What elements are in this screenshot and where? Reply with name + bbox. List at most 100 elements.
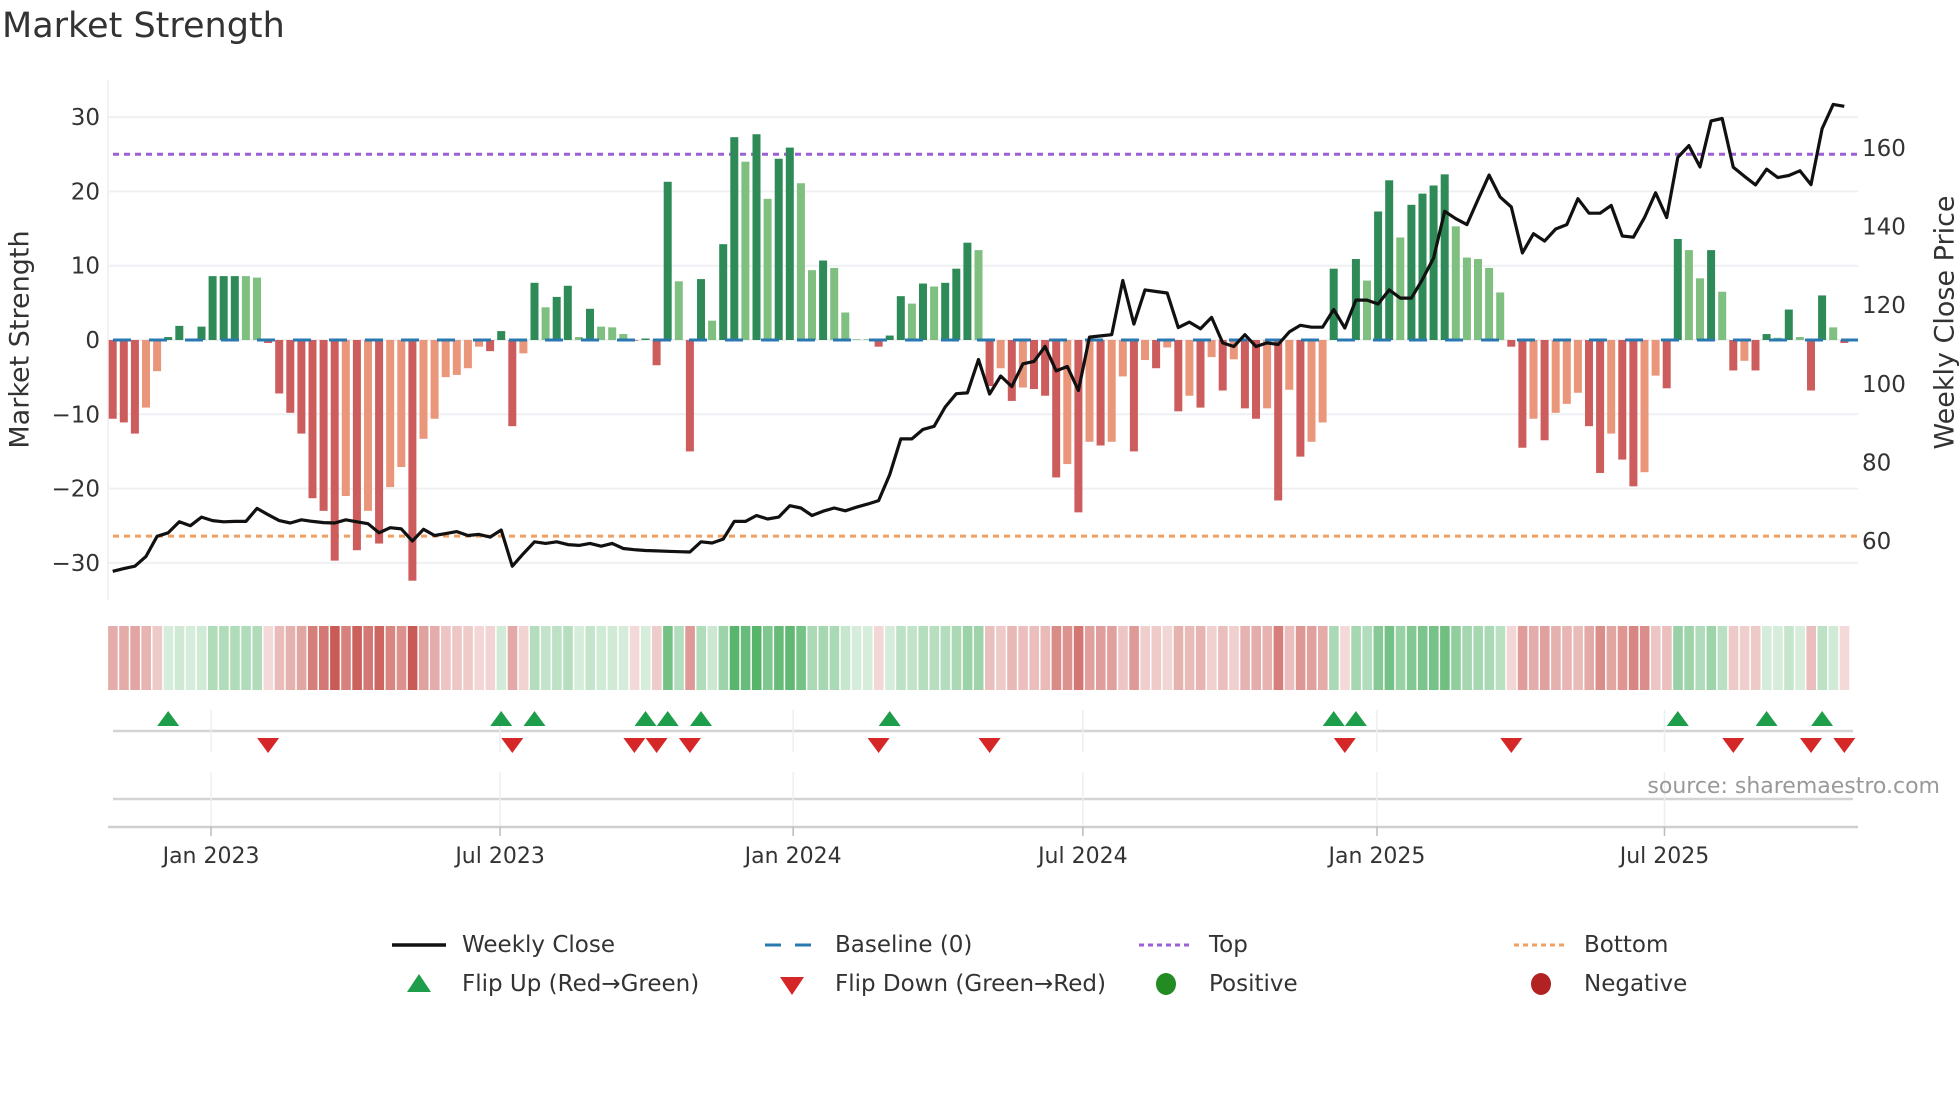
strength-bar (275, 340, 284, 394)
legend-item-flip-up[interactable]: Flip Up (Red→Green) (390, 969, 699, 999)
heat-cell (1384, 626, 1395, 690)
heat-cell (452, 626, 462, 690)
strength-bar (1795, 337, 1804, 340)
heat-cell (596, 626, 607, 690)
legend-label: Negative (1584, 971, 1688, 997)
heat-cell (529, 626, 540, 690)
legend-item-flip-down[interactable]: Flip Down (Green→Red) (763, 969, 1106, 999)
heat-cell (1284, 626, 1295, 690)
heat-cell (1040, 626, 1051, 690)
heat-cell (1695, 626, 1705, 690)
strength-bar (819, 260, 828, 340)
strength-bar (1407, 204, 1416, 340)
strength-bar (142, 340, 150, 408)
heat-cell (951, 626, 962, 690)
heat-cell (152, 626, 163, 690)
heat-cell (1273, 626, 1284, 690)
strength-bar (1374, 211, 1383, 340)
heat-cell (1739, 626, 1750, 690)
strength-bar (1185, 340, 1194, 396)
flip-down-marker (1500, 738, 1523, 753)
strength-bar (319, 340, 328, 511)
heat-cell (174, 626, 185, 690)
heat-cell (1362, 626, 1372, 690)
strength-bar (697, 279, 705, 340)
heat-cell (1684, 626, 1694, 690)
heat-cell (985, 626, 995, 690)
heat-cell (1440, 626, 1450, 690)
heat-cell (496, 626, 507, 690)
heat-cell (829, 626, 840, 690)
strength-bar (741, 161, 750, 340)
heat-cell (1195, 626, 1206, 690)
legend-item-positive[interactable]: Positive (1137, 969, 1298, 999)
heat-cell (430, 626, 440, 690)
y-tick-label: −30 (51, 551, 100, 577)
heat-cell (1229, 626, 1239, 690)
strength-bar (1030, 340, 1038, 390)
heat-cell (807, 626, 817, 690)
heat-cell (330, 626, 340, 690)
heat-cell (1096, 626, 1106, 690)
strength-bar (586, 308, 594, 340)
heat-cell (818, 626, 829, 690)
strength-bar (1240, 340, 1249, 409)
strength-bar (330, 340, 339, 561)
heat-cell (1606, 626, 1617, 690)
heat-cell (874, 626, 884, 690)
strength-bar (785, 147, 794, 340)
flip-up-marker (656, 711, 679, 726)
heat-cell (751, 626, 762, 690)
strength-bar (1418, 193, 1427, 340)
heat-cell (563, 626, 573, 690)
strength-bar (852, 339, 861, 340)
strength-bar (508, 340, 517, 427)
legend-item-bottom[interactable]: Bottom (1512, 930, 1668, 960)
legend-item-top[interactable]: Top (1137, 930, 1248, 960)
heat-cell (1351, 626, 1361, 690)
strength-bar (1729, 340, 1738, 371)
strength-bar (1551, 340, 1560, 413)
strength-bar (1052, 340, 1061, 478)
strength-bar (1118, 340, 1127, 377)
heat-cell (1495, 626, 1506, 690)
strength-bar (663, 181, 672, 340)
legend-label: Top (1209, 932, 1248, 958)
heat-cell (896, 626, 906, 690)
flip-up-marker (1344, 711, 1367, 726)
heat-cell (940, 626, 951, 690)
strength-bar (941, 282, 950, 340)
y-tick-label: 10 (71, 254, 100, 280)
strength-bar (1207, 340, 1216, 358)
strength-bar (1818, 295, 1827, 340)
heat-cell (729, 626, 740, 690)
flip-up-marker (1755, 711, 1778, 726)
flip-up-marker (157, 711, 180, 726)
x-tick-label: Jul 2023 (453, 844, 545, 869)
strength-bar (763, 198, 772, 340)
strength-bar (563, 285, 572, 340)
strength-bar (1440, 174, 1449, 340)
strength-bar (1540, 340, 1549, 441)
strength-bar (497, 331, 506, 340)
legend-item-negative[interactable]: Negative (1512, 969, 1687, 999)
flip-up-marker (490, 711, 513, 726)
strength-bar (1662, 340, 1671, 389)
legend-item-weekly-close[interactable]: Weekly Close (390, 930, 615, 960)
flip-up-marker (690, 711, 712, 726)
x-axis: Jan 2023 Jul 2023 Jan 2024 Jul 2024 Jan 2025… (108, 825, 1858, 869)
heat-cell (1173, 626, 1184, 690)
triangle-up-icon (407, 974, 431, 992)
heat-cell (1573, 626, 1583, 690)
heat-cell (1240, 626, 1250, 690)
x-tick-label: Jan 2024 (743, 844, 842, 869)
heat-cell (607, 626, 618, 690)
legend-label: Baseline (0) (835, 932, 973, 958)
strength-bar (896, 296, 905, 340)
heat-cell (374, 626, 385, 690)
heat-cell (796, 626, 806, 690)
strength-bar (1651, 340, 1660, 376)
legend-item-baseline[interactable]: Baseline (0) (763, 930, 972, 960)
strength-bar (375, 340, 384, 544)
flip-down-marker (645, 738, 668, 753)
